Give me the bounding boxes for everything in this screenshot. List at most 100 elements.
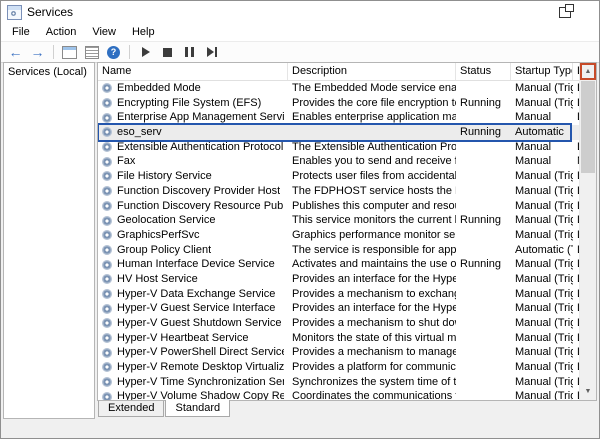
service-description: Activates and maintains the use of hot .…: [288, 257, 456, 272]
scrollbar-thumb[interactable]: [581, 81, 595, 173]
service-row-hyper-v-powershell-direct-service[interactable]: Hyper-V PowerShell Direct ServiceProvide…: [98, 345, 579, 360]
service-row-file-history-service[interactable]: File History ServiceProtects user files …: [98, 169, 579, 184]
service-gear-icon: [102, 171, 112, 181]
tab-extended[interactable]: Extended: [98, 401, 164, 417]
service-row-hyper-v-data-exchange-service[interactable]: Hyper-V Data Exchange ServiceProvides a …: [98, 287, 579, 302]
service-description: Provides a mechanism to exchange dat...: [288, 287, 456, 302]
service-name: Geolocation Service: [117, 213, 215, 228]
column-header-description[interactable]: Description: [288, 63, 456, 80]
service-row-fax[interactable]: FaxEnables you to send and receive faxes…: [98, 154, 579, 169]
restart-bar: [215, 47, 217, 57]
service-name-cell: Hyper-V Time Synchronization Service: [98, 375, 288, 390]
column-header-startup-type[interactable]: Startup Type: [511, 63, 573, 80]
service-startup-type: Manual (Trig...: [511, 331, 573, 346]
forward-button[interactable]: →: [27, 43, 48, 61]
menu-help[interactable]: Help: [124, 25, 163, 39]
service-name: Hyper-V Time Synchronization Service: [117, 375, 284, 390]
export-list-button[interactable]: [81, 43, 102, 61]
service-row-hyper-v-volume-shadow-copy-requestor[interactable]: Hyper-V Volume Shadow Copy Requestor Coor…: [98, 389, 579, 400]
restart-service-icon: [207, 47, 217, 57]
service-row-extensible-authentication-protocol[interactable]: Extensible Authentication ProtocolThe Ex…: [98, 140, 579, 155]
service-status: Running: [456, 213, 511, 228]
back-button[interactable]: ←: [5, 43, 26, 61]
menu-view[interactable]: View: [84, 25, 124, 39]
service-name-cell: File History Service: [98, 169, 288, 184]
service-name-cell: Hyper-V Remote Desktop Virtualization Se…: [98, 360, 288, 375]
service-startup-type: Manual (Trig...: [511, 199, 573, 214]
column-header-name[interactable]: Name: [98, 63, 288, 80]
service-name-cell: Human Interface Device Service: [98, 257, 288, 272]
service-gear-icon: [102, 157, 112, 167]
service-description: Coordinates the communications that ...: [288, 389, 456, 400]
service-name-cell: GraphicsPerfSvc: [98, 228, 288, 243]
table-header: NameDescriptionStatusStartup TypeLo: [98, 63, 579, 81]
service-name-cell: Hyper-V Guest Service Interface: [98, 301, 288, 316]
restore-window-button[interactable]: [559, 7, 571, 18]
service-row-hyper-v-time-synchronization-service[interactable]: Hyper-V Time Synchronization ServiceSync…: [98, 375, 579, 390]
view-tabs: ExtendedStandard: [97, 401, 597, 419]
service-row-group-policy-client[interactable]: Group Policy ClientThe service is respon…: [98, 243, 579, 258]
start-service-button[interactable]: [135, 43, 156, 61]
service-gear-icon: [102, 216, 112, 226]
scroll-up-button[interactable]: ▲: [580, 63, 596, 80]
service-gear-icon: [102, 333, 112, 343]
service-row-hyper-v-guest-shutdown-service[interactable]: Hyper-V Guest Shutdown ServiceProvides a…: [98, 316, 579, 331]
service-gear-icon: [102, 260, 112, 270]
service-status: Running: [456, 125, 511, 140]
service-row-hv-host-service[interactable]: HV Host ServiceProvides an interface for…: [98, 272, 579, 287]
service-name: eso_serv: [117, 125, 162, 140]
service-description: [288, 125, 456, 140]
stop-service-button[interactable]: [157, 43, 178, 61]
show-console-tree-button[interactable]: [59, 43, 80, 61]
service-row-human-interface-device-service[interactable]: Human Interface Device ServiceActivates …: [98, 257, 579, 272]
service-name: Hyper-V Volume Shadow Copy Requestor: [117, 389, 284, 400]
service-row-embedded-mode[interactable]: Embedded ModeThe Embedded Mode service e…: [98, 81, 579, 96]
tab-standard[interactable]: Standard: [165, 400, 230, 417]
service-startup-type: Manual (Trig...: [511, 169, 573, 184]
service-row-function-discovery-provider-host[interactable]: Function Discovery Provider HostThe FDPH…: [98, 184, 579, 199]
service-name-cell: Fax: [98, 154, 288, 169]
menu-file[interactable]: File: [4, 25, 38, 39]
service-row-enterprise-app-management-service[interactable]: Enterprise App Management ServiceEnables…: [98, 110, 579, 125]
service-name-cell: Enterprise App Management Service: [98, 110, 288, 125]
service-name: Fax: [117, 154, 135, 169]
restart-service-button[interactable]: [201, 43, 222, 61]
service-startup-type: Manual (Trig...: [511, 213, 573, 228]
service-status: Running: [456, 257, 511, 272]
window-title: Services: [27, 5, 73, 19]
help-button[interactable]: ?: [103, 43, 124, 61]
service-name-cell: Group Policy Client: [98, 243, 288, 258]
service-row-hyper-v-remote-desktop-virtualization-ser[interactable]: Hyper-V Remote Desktop Virtualization Se…: [98, 360, 579, 375]
service-row-encrypting-file-system-efs[interactable]: Encrypting File System (EFS)Provides the…: [98, 96, 579, 111]
service-row-eso-serv[interactable]: eso_servRunningAutomatic: [98, 125, 579, 140]
service-gear-icon: [102, 113, 112, 123]
service-description: Publishes this computer and resources ..…: [288, 199, 456, 214]
service-row-geolocation-service[interactable]: Geolocation ServiceThis service monitors…: [98, 213, 579, 228]
service-gear-icon: [102, 83, 112, 93]
service-status: [456, 110, 511, 125]
column-header-status[interactable]: Status: [456, 63, 511, 80]
export-list-icon: [85, 46, 99, 59]
menu-action[interactable]: Action: [38, 25, 85, 39]
service-name: Hyper-V Remote Desktop Virtualization Se…: [117, 360, 284, 375]
pause-service-button[interactable]: [179, 43, 200, 61]
service-name-cell: Hyper-V Volume Shadow Copy Requestor: [98, 389, 288, 400]
table-body: Embedded ModeThe Embedded Mode service e…: [98, 81, 579, 400]
service-row-hyper-v-heartbeat-service[interactable]: Hyper-V Heartbeat ServiceMonitors the st…: [98, 331, 579, 346]
service-row-hyper-v-guest-service-interface[interactable]: Hyper-V Guest Service InterfaceProvides …: [98, 301, 579, 316]
service-startup-type: Manual: [511, 154, 573, 169]
service-row-function-discovery-resource-publication[interactable]: Function Discovery Resource PublicationP…: [98, 199, 579, 214]
service-status: [456, 228, 511, 243]
scroll-down-button[interactable]: ▼: [580, 383, 596, 400]
start-service-icon: [142, 47, 150, 57]
service-status: [456, 316, 511, 331]
services-list-panel: NameDescriptionStatusStartup TypeLo Embe…: [97, 62, 597, 419]
service-status: [456, 243, 511, 258]
service-status: [456, 154, 511, 169]
service-name: HV Host Service: [117, 272, 198, 287]
vertical-scrollbar[interactable]: ▲ ▼: [579, 63, 596, 400]
service-status: [456, 272, 511, 287]
console-tree-panel: Services (Local): [3, 62, 95, 419]
tree-item-services-local[interactable]: Services (Local): [4, 63, 94, 81]
service-row-graphicsperfsvc[interactable]: GraphicsPerfSvcGraphics performance moni…: [98, 228, 579, 243]
